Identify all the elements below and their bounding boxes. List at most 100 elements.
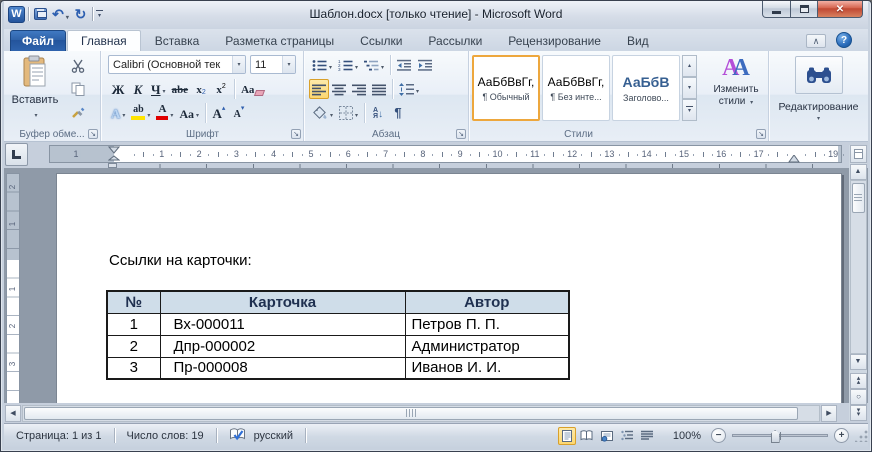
spell-check-indicator[interactable] <box>225 427 250 444</box>
zoom-level[interactable]: 100% <box>669 430 705 442</box>
zoom-slider-track[interactable] <box>732 434 828 437</box>
style-no-spacing[interactable]: АаБбВвГг, ¶ Без инте... <box>542 55 610 121</box>
clipboard-dialog-launcher[interactable]: ↘ <box>88 129 98 139</box>
tab-home[interactable]: Главная <box>67 30 141 51</box>
redo-button[interactable]: ↻ <box>72 5 89 23</box>
view-fullscreen-reading-button[interactable] <box>578 427 596 445</box>
tab-review[interactable]: Рецензирование <box>495 30 614 51</box>
change-styles-button[interactable]: АА Изменить стили ▾ <box>707 55 765 127</box>
scroll-left-button[interactable]: ◀ <box>5 405 21 422</box>
restore-button[interactable] <box>791 1 818 18</box>
cell-author[interactable]: Иванов И. И. <box>405 357 569 379</box>
document-intro-text[interactable]: Ссылки на карточки: <box>109 252 252 269</box>
help-button[interactable]: ? <box>836 32 852 48</box>
change-case-dropdown-icon[interactable]: ▾ <box>196 112 199 119</box>
line-spacing-dropdown-icon[interactable]: ▾ <box>416 88 419 95</box>
change-case-button[interactable]: Аа▾ <box>176 103 202 123</box>
view-draft-button[interactable] <box>638 427 656 445</box>
paragraph-dialog-launcher[interactable]: ↘ <box>456 129 466 139</box>
col-header-author[interactable]: Автор <box>405 291 569 313</box>
tab-references[interactable]: Ссылки <box>347 30 415 51</box>
qat-customize-button[interactable]: ▾ <box>96 10 103 19</box>
view-outline-button[interactable] <box>618 427 636 445</box>
window-resize-grip[interactable] <box>855 429 868 442</box>
view-ruler-toggle-button[interactable] <box>850 145 867 163</box>
scroll-down-button[interactable]: ▼ <box>850 354 867 370</box>
page-indicator[interactable]: Страница: 1 из 1 <box>12 430 106 442</box>
multilevel-list-button[interactable]: ▾ <box>361 55 387 75</box>
select-browse-object-button[interactable]: ○ <box>850 389 867 405</box>
underline-dropdown-icon[interactable]: ▾ <box>163 88 166 95</box>
justify-button[interactable] <box>369 79 389 99</box>
word-logo-icon[interactable]: W <box>8 6 25 23</box>
highlight-dropdown-icon[interactable]: ▾ <box>147 112 150 119</box>
cell-number[interactable]: 1 <box>107 313 160 335</box>
font-size-combo[interactable]: 11 ▾ <box>250 55 296 74</box>
sort-button[interactable]: А Я ↓ <box>368 103 388 123</box>
cell-card[interactable]: Дпр-000002 <box>160 335 405 357</box>
cell-author[interactable]: Администратор <box>405 335 569 357</box>
copy-button[interactable] <box>66 78 90 100</box>
cards-table[interactable]: № Карточка Автор 1 Вх-000011 Петров П. П… <box>106 290 570 380</box>
tab-page-layout[interactable]: Разметка страницы <box>212 30 347 51</box>
text-effects-button[interactable]: А▾ <box>108 103 128 123</box>
borders-dropdown-icon[interactable]: ▾ <box>355 112 358 119</box>
horizontal-scroll-thumb[interactable] <box>24 407 798 420</box>
view-print-layout-button[interactable] <box>558 427 576 445</box>
styles-scroll-down-button[interactable]: ▾ <box>682 77 697 99</box>
bullets-dropdown-icon[interactable]: ▾ <box>329 64 332 71</box>
cell-author[interactable]: Петров П. П. <box>405 313 569 335</box>
view-web-layout-button[interactable] <box>598 427 616 445</box>
bullets-button[interactable]: ▾ <box>309 55 335 75</box>
paste-dropdown-icon[interactable]: ▾ <box>34 112 37 119</box>
tab-insert[interactable]: Вставка <box>142 30 213 51</box>
scroll-right-button[interactable]: ▶ <box>821 405 837 422</box>
superscript-button[interactable]: x2 <box>211 79 231 99</box>
minimize-ribbon-button[interactable]: ∧ <box>806 34 826 48</box>
scroll-up-button[interactable]: ▲ <box>850 164 867 180</box>
document-page[interactable]: Ссылки на карточки: № Карточка Автор 1 В… <box>56 173 842 403</box>
shading-dropdown-icon[interactable]: ▾ <box>330 112 333 119</box>
numbering-button[interactable]: 1 2 3 ▾ <box>335 55 361 75</box>
language-indicator[interactable]: русский <box>250 430 297 442</box>
col-header-card[interactable]: Карточка <box>160 291 405 313</box>
horizontal-scroll-track[interactable] <box>22 405 820 422</box>
paste-button[interactable]: Вставить ▾ <box>9 54 61 126</box>
format-painter-button[interactable] <box>66 101 90 123</box>
font-size-dropdown-icon[interactable]: ▾ <box>282 56 295 73</box>
font-color-dropdown-icon[interactable]: ▾ <box>170 112 173 119</box>
undo-button[interactable]: ↶▾ <box>52 5 69 23</box>
editing-button[interactable] <box>795 56 843 94</box>
underline-button[interactable]: Ч▾ <box>148 79 169 99</box>
cell-number[interactable]: 2 <box>107 335 160 357</box>
subscript-button[interactable]: x2 <box>191 79 211 99</box>
font-name-dropdown-icon[interactable]: ▾ <box>232 56 245 73</box>
grow-font-button[interactable]: А▴ <box>209 103 229 123</box>
previous-page-button[interactable]: ▴▴ <box>850 373 867 389</box>
decrease-indent-button[interactable] <box>394 55 415 75</box>
font-dialog-launcher[interactable]: ↘ <box>291 129 301 139</box>
indent-markers[interactable] <box>108 146 120 164</box>
zoom-out-button[interactable]: − <box>711 428 726 443</box>
zoom-in-button[interactable]: + <box>834 428 849 443</box>
close-button[interactable]: ✕ <box>818 1 863 18</box>
bold-button[interactable]: Ж <box>108 79 128 99</box>
word-count-indicator[interactable]: Число слов: 19 <box>123 430 208 442</box>
shading-button[interactable]: ▾ <box>309 103 336 123</box>
next-page-button[interactable]: ▾▾ <box>850 405 867 421</box>
clear-formatting-button[interactable]: Аа <box>238 79 267 99</box>
highlight-button[interactable]: ab▾ <box>128 103 153 123</box>
numbering-dropdown-icon[interactable]: ▾ <box>355 64 358 71</box>
styles-scroll-up-button[interactable]: ▴ <box>682 55 697 77</box>
cell-card[interactable]: Вх-000011 <box>160 313 405 335</box>
show-marks-button[interactable]: ¶ <box>388 103 408 123</box>
vertical-scroll-thumb[interactable] <box>852 183 865 213</box>
right-indent-marker[interactable] <box>788 155 800 164</box>
zoom-slider-thumb[interactable] <box>771 430 780 443</box>
align-left-button[interactable] <box>309 79 329 99</box>
align-right-button[interactable] <box>349 79 369 99</box>
text-effects-dropdown-icon[interactable]: ▾ <box>122 112 125 119</box>
tab-mailings[interactable]: Рассылки <box>415 30 495 51</box>
tab-file[interactable]: Файл <box>10 30 66 51</box>
strikethrough-button[interactable]: abe <box>169 79 192 99</box>
